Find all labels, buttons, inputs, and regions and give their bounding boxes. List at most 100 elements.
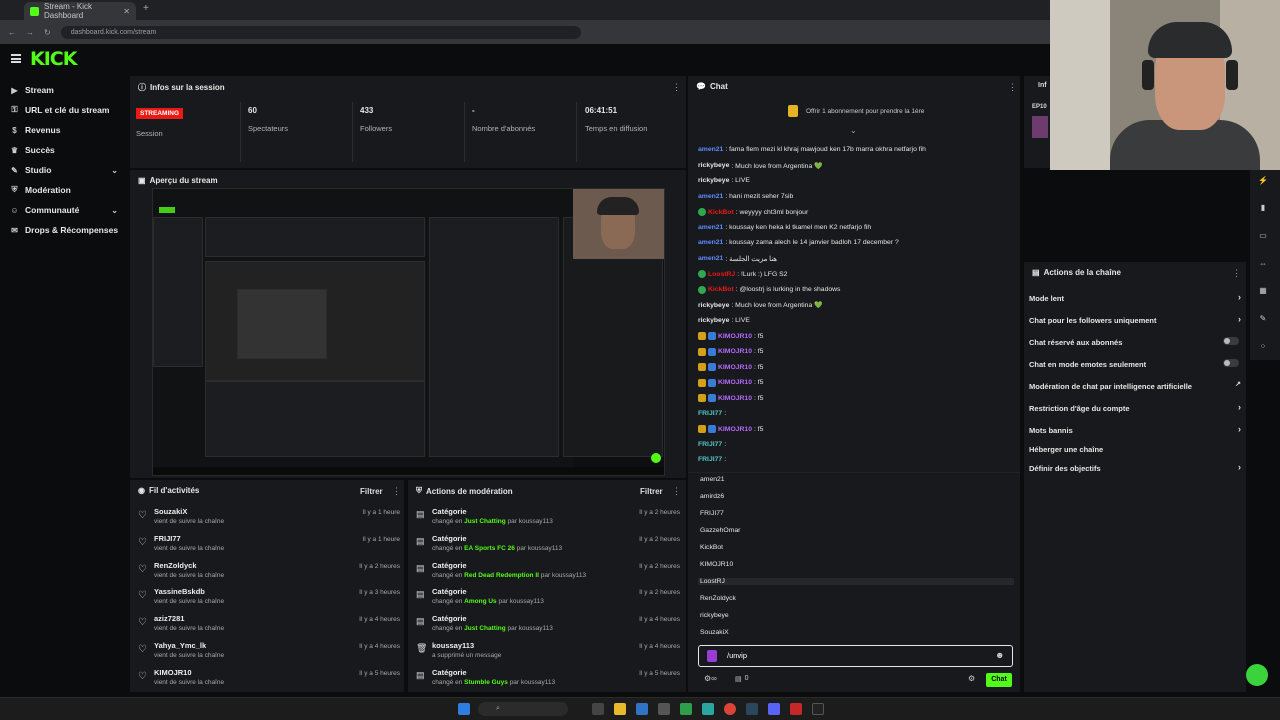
moderation-row[interactable]: ▤ Catégorie changé en Stumble Guys par k… bbox=[416, 668, 680, 694]
reload-icon[interactable]: ↻ bbox=[44, 28, 51, 37]
moderation-row[interactable]: ▤ Catégorie changé en Just Chatting par … bbox=[416, 507, 680, 533]
more-options-icon[interactable]: ⋮ bbox=[1232, 268, 1241, 279]
chat-message[interactable]: rickybeye: Much love from Argentina 💚 bbox=[698, 301, 823, 310]
chat-username[interactable]: FRIJI77 bbox=[698, 410, 722, 417]
chrome-icon[interactable] bbox=[724, 703, 736, 715]
search-icon[interactable]: ⌕ bbox=[478, 702, 568, 716]
chat-username[interactable]: amen21 bbox=[698, 255, 723, 262]
chat-message[interactable]: KIMOJR10: f5 bbox=[698, 378, 763, 387]
chevron-right-icon[interactable]: › bbox=[1238, 292, 1241, 302]
chat-username[interactable]: FRIJI77 bbox=[698, 456, 722, 463]
mention-suggestion[interactable]: KIMOJR10 bbox=[700, 561, 733, 568]
mention-suggestion[interactable]: KickBot bbox=[700, 544, 723, 551]
steam-icon[interactable] bbox=[746, 703, 758, 715]
more-options-icon[interactable]: ⋮ bbox=[672, 82, 681, 93]
toggle-switch[interactable] bbox=[1223, 359, 1239, 367]
chat-username[interactable]: rickybeye bbox=[698, 162, 729, 169]
chat-message[interactable]: FRIJI77: bbox=[698, 410, 726, 417]
chat-message[interactable]: KIMOJR10: f5 bbox=[698, 394, 763, 402]
url-field[interactable]: dashboard.kick.com/stream bbox=[60, 25, 581, 39]
explorer-icon[interactable] bbox=[614, 703, 626, 715]
chat-bubble-icon[interactable]: ▭ bbox=[1256, 231, 1270, 245]
chevron-down-icon[interactable]: ⌄ bbox=[111, 206, 118, 215]
chat-username[interactable]: rickybeye bbox=[698, 177, 729, 184]
toggle-switch[interactable] bbox=[1223, 337, 1239, 345]
channel-action-row[interactable]: Chat en mode emotes seulement bbox=[1029, 359, 1241, 369]
activity-row[interactable]: ♡ aziz7281 vient de suivre la chaîne Il … bbox=[138, 614, 400, 640]
chat-username[interactable]: KIMOJR10 bbox=[718, 348, 752, 355]
chevron-right-icon[interactable]: › bbox=[1238, 402, 1241, 412]
channel-action-row[interactable]: Mode lent › bbox=[1029, 292, 1241, 303]
chat-username[interactable]: KickBot bbox=[708, 286, 734, 293]
chat-input[interactable]: /unvip ☻ bbox=[698, 645, 1013, 667]
chat-message[interactable]: KIMOJR10: f5 bbox=[698, 425, 763, 433]
app-icon[interactable] bbox=[658, 703, 670, 715]
chevron-down-icon[interactable]: ⌄ bbox=[850, 126, 857, 135]
forward-icon[interactable]: → bbox=[26, 28, 34, 37]
sidebar-item[interactable]: ✎ Studio ⌄ bbox=[0, 160, 128, 180]
support-chat-icon[interactable] bbox=[1246, 664, 1268, 686]
chat-username[interactable]: rickybeye bbox=[698, 317, 729, 324]
chat-message[interactable]: rickybeye: LIVE bbox=[698, 317, 750, 324]
chat-username[interactable]: amen21 bbox=[698, 146, 723, 153]
channel-action-row[interactable]: Définir des objectifs › bbox=[1029, 462, 1241, 473]
channel-action-row[interactable]: Chat pour les followers uniquement › bbox=[1029, 314, 1241, 325]
moderation-row[interactable]: ▤ Catégorie changé en Just Chatting par … bbox=[416, 614, 680, 640]
chevron-right-icon[interactable]: › bbox=[1238, 424, 1241, 434]
filter-button[interactable]: Filtrer bbox=[360, 487, 383, 496]
lightning-icon[interactable]: ⚡ bbox=[1256, 176, 1270, 190]
chat-username[interactable]: LoostRJ bbox=[708, 271, 735, 278]
more-options-icon[interactable]: ⋮ bbox=[1008, 82, 1017, 93]
sidebar-item[interactable]: ✉ Drops & Récompenses bbox=[0, 220, 128, 240]
sidebar-item[interactable]: ♛ Succès bbox=[0, 140, 128, 160]
gift-sub-icon[interactable] bbox=[788, 105, 798, 117]
chat-message[interactable]: KIMOJR10: f5 bbox=[698, 347, 763, 356]
activity-row[interactable]: ♡ RenZoldyck vient de suivre la chaîne I… bbox=[138, 561, 400, 587]
chat-username[interactable]: KIMOJR10 bbox=[718, 426, 752, 433]
app-icon[interactable] bbox=[790, 703, 802, 715]
activity-row[interactable]: ♡ KIMOJR10 vient de suivre la chaîne Il … bbox=[138, 668, 400, 694]
emote-icon[interactable] bbox=[707, 650, 717, 662]
chevron-right-icon[interactable]: › bbox=[1238, 314, 1241, 324]
app-icon[interactable] bbox=[680, 703, 692, 715]
gear-icon[interactable]: ⚙ bbox=[968, 674, 975, 683]
emoji-icon[interactable]: ☻ bbox=[995, 650, 1004, 660]
chat-message[interactable]: rickybeye: LIVE bbox=[698, 177, 750, 184]
chevron-down-icon[interactable]: ⌄ bbox=[111, 166, 118, 175]
taskview-icon[interactable] bbox=[592, 703, 604, 715]
activity-row[interactable]: ♡ SouzakiX vient de suivre la chaîne Il … bbox=[138, 507, 400, 533]
chat-username[interactable]: KIMOJR10 bbox=[718, 364, 752, 371]
channel-action-row[interactable]: Mots bannis › bbox=[1029, 424, 1241, 435]
mention-suggestion[interactable]: GazzehOmar bbox=[700, 527, 740, 534]
layout-icon[interactable]: ▦ bbox=[1256, 286, 1270, 300]
mention-suggestion[interactable]: amen21 bbox=[700, 476, 725, 483]
sidebar-item[interactable]: ⛨ Modération bbox=[0, 180, 128, 200]
sidebar-item[interactable]: ☺ Communauté ⌄ bbox=[0, 200, 128, 220]
mention-suggestion[interactable]: rickybeye bbox=[700, 612, 729, 619]
gift-sub-prompt[interactable]: Offrir 1 abonnement pour prendre la 1ère bbox=[806, 108, 924, 115]
chat-username[interactable]: amen21 bbox=[698, 193, 723, 200]
start-icon[interactable] bbox=[458, 703, 470, 715]
settings-icon[interactable]: ⚙∞ bbox=[704, 674, 717, 683]
moderation-row[interactable]: ▤ Catégorie changé en Among Us par kouss… bbox=[416, 587, 680, 613]
chat-message[interactable]: LoostRJ: !Lurk :) LFG S2 bbox=[698, 270, 787, 278]
close-tab-icon[interactable]: ✕ bbox=[123, 7, 130, 16]
chat-message[interactable]: KIMOJR10: f5 bbox=[698, 363, 763, 371]
more-options-icon[interactable]: ⋮ bbox=[672, 486, 681, 497]
moderation-row[interactable]: 🗑 koussay113 a supprimé un message Il y … bbox=[416, 641, 680, 667]
chat-message[interactable]: FRIJI77: bbox=[698, 456, 726, 463]
chat-message[interactable]: amen21: fama flem mezi kl khraj mawjoud … bbox=[698, 146, 926, 153]
chat-username[interactable]: amen21 bbox=[698, 239, 723, 246]
mention-suggestion[interactable]: FRIJI77 bbox=[700, 510, 724, 517]
app-icon[interactable] bbox=[702, 703, 714, 715]
chat-message[interactable]: rickybeye: Much love from Argentina 💚 bbox=[698, 162, 823, 170]
menu-icon[interactable] bbox=[11, 54, 21, 63]
moderation-row[interactable]: ▤ Catégorie changé en EA Sports FC 26 pa… bbox=[416, 534, 680, 560]
chat-username[interactable]: rickybeye bbox=[698, 302, 729, 309]
channel-action-row[interactable]: Héberger une chaîne bbox=[1029, 445, 1241, 454]
send-chat-button[interactable]: Chat bbox=[986, 673, 1012, 687]
sidebar-item[interactable]: ▶ Stream bbox=[0, 80, 128, 100]
chat-username[interactable]: KIMOJR10 bbox=[718, 333, 752, 340]
activity-row[interactable]: ♡ YassineBskdb vient de suivre la chaîne… bbox=[138, 587, 400, 613]
chat-username[interactable]: KIMOJR10 bbox=[718, 395, 752, 402]
